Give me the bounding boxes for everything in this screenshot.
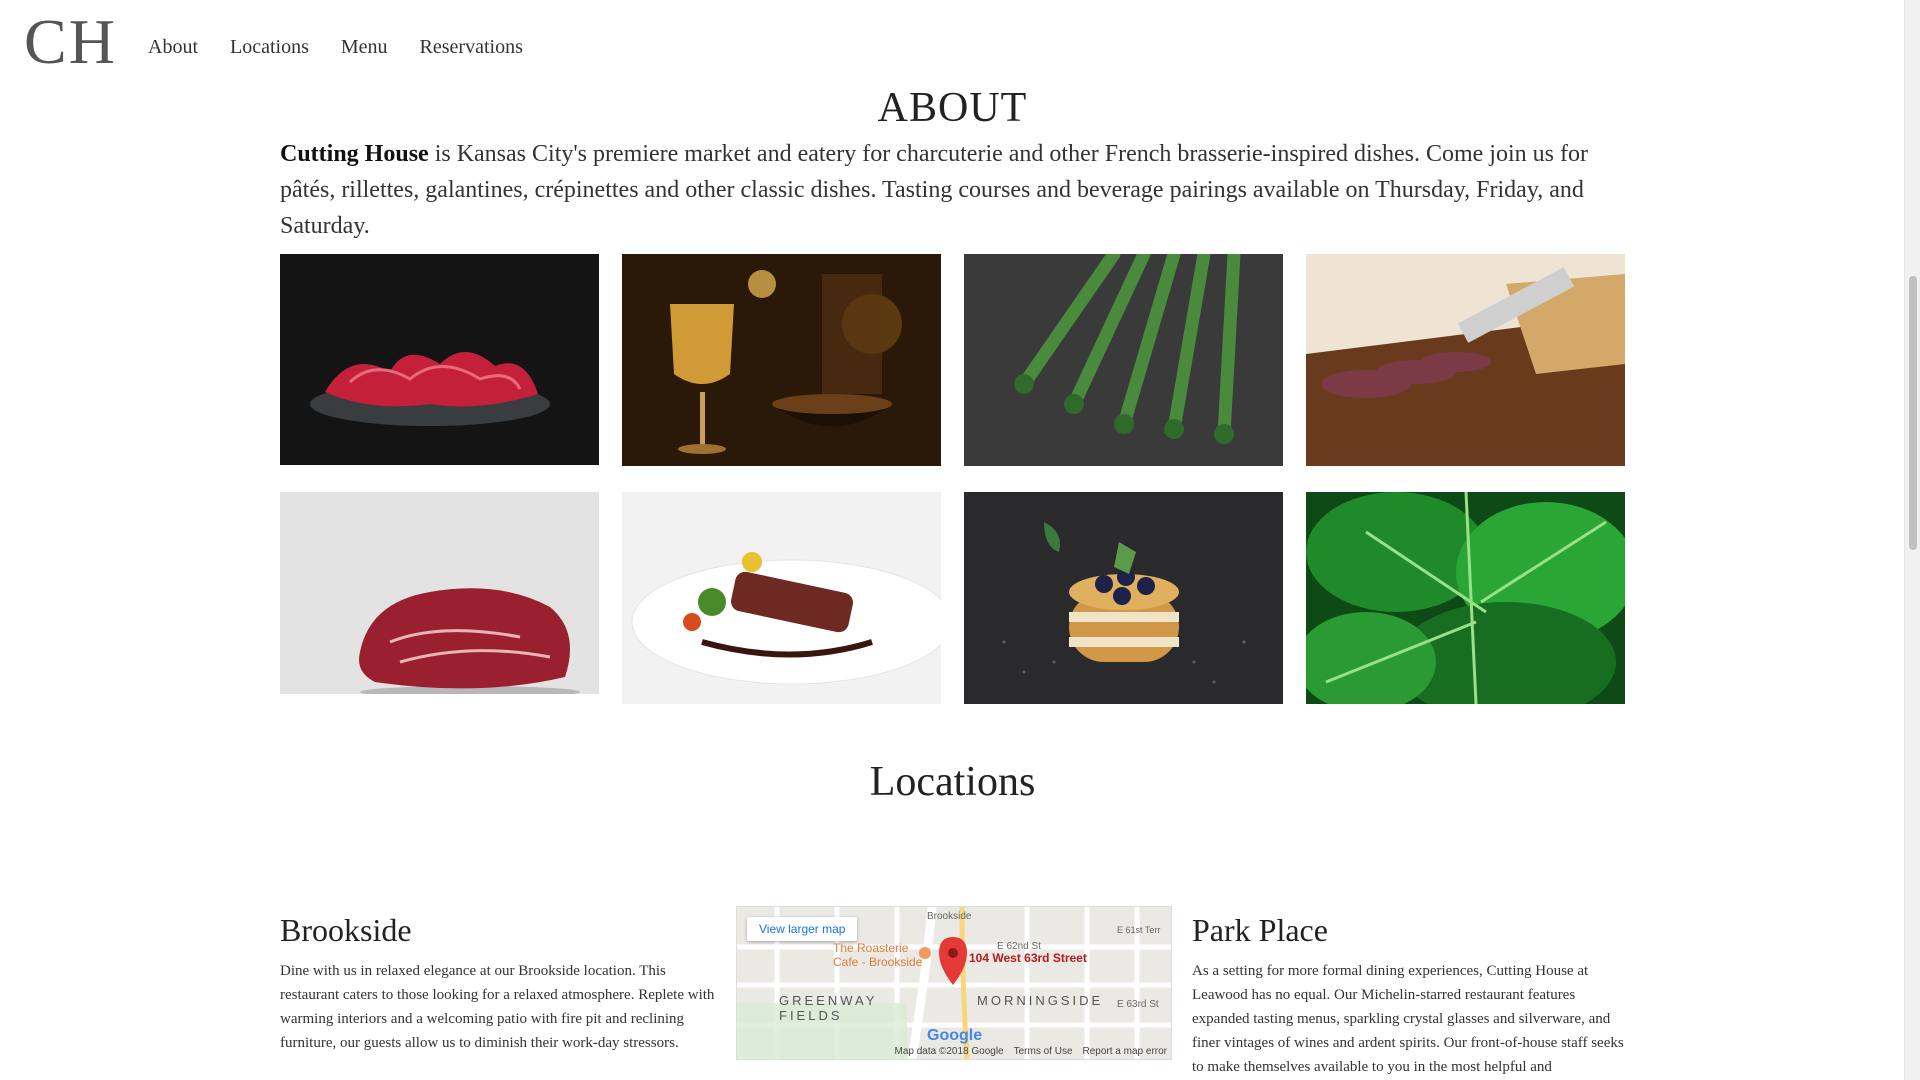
scrollbar-thumb[interactable] <box>1909 276 1917 550</box>
white-wine-image <box>622 254 941 466</box>
page-scrollbar[interactable] <box>1904 0 1920 1080</box>
main-nav: About Locations Menu Reservations <box>148 36 523 59</box>
brand-name: Cutting House <box>280 141 429 167</box>
nav-reservations[interactable]: Reservations <box>420 36 523 59</box>
brookside-map[interactable]: View larger map The Roasterie Cafe - Bro… <box>736 906 1172 1060</box>
asparagus-image <box>964 254 1283 466</box>
about-text: Cutting House is Kansas City's premiere … <box>280 136 1630 244</box>
site-logo[interactable]: CH <box>24 10 117 74</box>
map-street-61st: E 61st Terr <box>1117 925 1161 935</box>
map-street-62nd: E 62nd St <box>997 941 1041 952</box>
raw-beef-image <box>280 492 599 694</box>
parkplace-name: Park Place <box>1192 912 1328 948</box>
sliced-ham-image <box>280 254 599 465</box>
map-area-morningside: MORNINGSIDE <box>977 993 1104 1008</box>
map-area-greenway: GREENWAY FIELDS <box>779 993 878 1023</box>
location-park-place: Park Place As a setting for more formal … <box>1192 912 1628 1079</box>
google-logo: Google <box>927 1027 983 1044</box>
map-data-credit: Map data ©2018 Google <box>894 1046 1004 1057</box>
parkplace-description: As a setting for more formal dining expe… <box>1192 963 1624 1075</box>
site-header: CH About Locations Menu Reservations <box>0 0 1905 92</box>
map-terms-link[interactable]: Terms of Use <box>1014 1046 1073 1057</box>
nav-about[interactable]: About <box>148 36 198 59</box>
green-leaves-image <box>1306 492 1625 704</box>
map-poi-label: The Roasterie Cafe - Brookside <box>833 941 923 969</box>
map-street-brookside: Brookside <box>927 911 972 922</box>
about-title: ABOUT <box>877 85 1028 131</box>
view-larger-map-link[interactable]: View larger map <box>747 917 858 941</box>
plated-steak-image <box>622 492 941 704</box>
blueberry-pancake-image <box>964 492 1283 704</box>
nav-menu[interactable]: Menu <box>341 36 388 59</box>
map-street-63rd: E 63rd St <box>1117 999 1159 1010</box>
map-report-link[interactable]: Report a map error <box>1083 1046 1167 1057</box>
map-footer: Map data ©2018 Google Terms of Use Repor… <box>894 1046 1167 1057</box>
nav-locations[interactable]: Locations <box>230 36 309 59</box>
location-brookside: Brookside Dine with us in relaxed elegan… <box>280 912 720 1055</box>
about-body: is Kansas City's premiere market and eat… <box>280 141 1588 239</box>
brookside-name: Brookside <box>280 912 412 948</box>
brookside-description: Dine with us in relaxed elegance at our … <box>280 963 715 1051</box>
locations-title: Locations <box>869 759 1036 805</box>
map-pin-label: 104 West 63rd Street <box>969 951 1087 965</box>
charcuterie-board-image <box>1306 254 1625 466</box>
